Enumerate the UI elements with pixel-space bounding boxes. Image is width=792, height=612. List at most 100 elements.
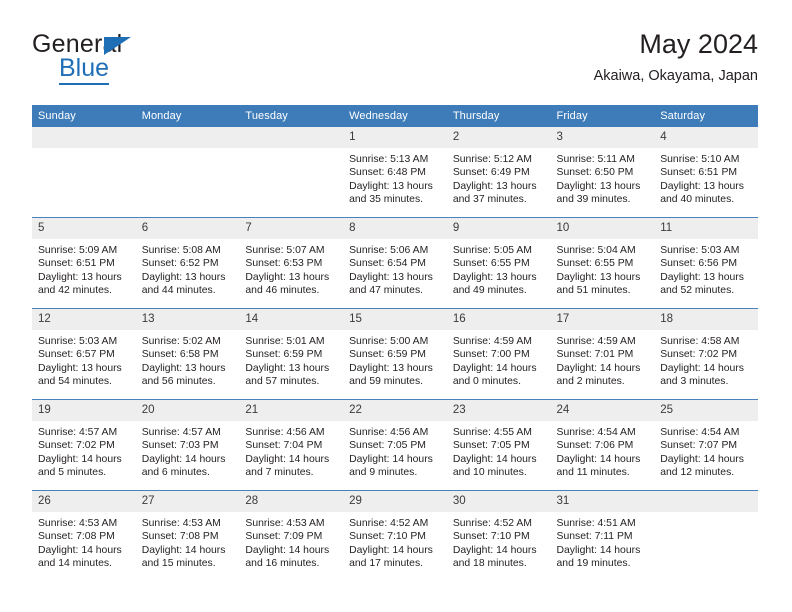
calendar-day-cell[interactable]: 4 Sunrise: 5:10 AM Sunset: 6:51 PM Daylight… — [654, 127, 758, 218]
day-number — [239, 127, 344, 148]
sunset-text: Sunset: 7:11 PM — [556, 531, 633, 543]
calendar-day-cell[interactable]: 24 Sunrise: 4:54 AM Sunset: 7:06 PM Dayligh… — [550, 399, 655, 491]
calendar-day-cell[interactable]: 14 Sunrise: 5:01 AM Sunset: 6:59 PM Dayligh… — [239, 308, 344, 400]
daylight-text-line2: and 12 minutes. — [660, 467, 735, 479]
sunrise-text: Sunrise: 5:01 AM — [245, 336, 325, 347]
calendar-day-cell[interactable]: 12 Sunrise: 5:03 AM Sunset: 6:57 PM Dayligh… — [32, 308, 136, 400]
calendar-day-cell[interactable]: 27 Sunrise: 4:53 AM Sunset: 7:08 PM Dayligh… — [135, 490, 240, 581]
weekday-header-thursday: Thursday — [446, 105, 551, 127]
day-details: Sunrise: 5:02 AM Sunset: 6:58 PM Daylight:… — [136, 330, 240, 389]
day-details: Sunrise: 5:12 AM Sunset: 6:49 PM Daylight:… — [447, 148, 551, 207]
calendar-day-cell[interactable]: 21 Sunrise: 4:56 AM Sunset: 7:04 PM Dayligh… — [239, 399, 344, 491]
sunset-text: Sunset: 6:50 PM — [556, 167, 634, 179]
calendar-day-cell[interactable]: 9 Sunrise: 5:05 AM Sunset: 6:55 PM Daylight… — [446, 217, 551, 309]
day-number: 3 — [550, 127, 655, 148]
daylight-text-line2: and 5 minutes. — [38, 467, 107, 479]
calendar-week-row: 1 Sunrise: 5:13 AM Sunset: 6:48 PM Daylight… — [32, 127, 758, 218]
sunset-text: Sunset: 6:57 PM — [38, 349, 115, 361]
sunset-text: Sunset: 6:51 PM — [38, 258, 115, 270]
calendar-day-cell[interactable]: 8 Sunrise: 5:06 AM Sunset: 6:54 PM Daylight… — [343, 217, 447, 309]
sunrise-text: Sunrise: 5:04 AM — [556, 245, 636, 256]
daylight-text-line2: and 14 minutes. — [38, 558, 112, 570]
calendar-day-cell[interactable]: 13 Sunrise: 5:02 AM Sunset: 6:58 PM Dayligh… — [135, 308, 240, 400]
sunrise-text: Sunrise: 5:00 AM — [349, 336, 429, 347]
daylight-text-line1: Daylight: 14 hours — [245, 453, 330, 465]
sunset-text: Sunset: 7:05 PM — [349, 440, 426, 452]
calendar-day-cell[interactable]: 18 Sunrise: 4:58 AM Sunset: 7:02 PM Dayligh… — [654, 308, 758, 400]
day-number: 1 — [343, 127, 447, 148]
calendar-day-cell[interactable]: 20 Sunrise: 4:57 AM Sunset: 7:03 PM Dayligh… — [135, 399, 240, 491]
calendar-day-cell[interactable]: 26 Sunrise: 4:53 AM Sunset: 7:08 PM Dayligh… — [32, 490, 136, 581]
day-number: 27 — [135, 491, 240, 512]
calendar-day-cell[interactable]: 15 Sunrise: 5:00 AM Sunset: 6:59 PM Dayligh… — [343, 308, 447, 400]
calendar-day-cell[interactable]: 2 Sunrise: 5:12 AM Sunset: 6:49 PM Daylight… — [446, 127, 551, 218]
daylight-text-line1: Daylight: 14 hours — [660, 453, 744, 465]
daylight-text-line1: Daylight: 14 hours — [556, 544, 641, 556]
calendar-day-cell[interactable]: 28 Sunrise: 4:53 AM Sunset: 7:09 PM Dayligh… — [239, 490, 344, 581]
day-number: 31 — [550, 491, 655, 512]
day-details: Sunrise: 5:06 AM Sunset: 6:54 PM Daylight:… — [343, 239, 447, 298]
daylight-text-line2: and 3 minutes. — [660, 376, 729, 388]
daylight-text-line1: Daylight: 14 hours — [556, 453, 641, 465]
day-number: 14 — [239, 309, 344, 330]
daylight-text-line1: Daylight: 14 hours — [141, 544, 226, 556]
calendar-day-cell[interactable]: 22 Sunrise: 4:56 AM Sunset: 7:05 PM Dayligh… — [343, 399, 447, 491]
day-details: Sunrise: 4:56 AM Sunset: 7:05 PM Daylight:… — [343, 421, 447, 480]
calendar-day-cell[interactable]: 1 Sunrise: 5:13 AM Sunset: 6:48 PM Daylight… — [343, 127, 447, 218]
sunset-text: Sunset: 6:55 PM — [452, 258, 530, 270]
sunrise-text: Sunrise: 4:54 AM — [556, 427, 636, 438]
daylight-text-line1: Daylight: 13 hours — [245, 362, 330, 374]
day-details: Sunrise: 5:00 AM Sunset: 6:59 PM Daylight:… — [343, 330, 447, 389]
daylight-text-line1: Daylight: 13 hours — [452, 271, 537, 283]
daylight-text-line2: and 2 minutes. — [556, 376, 625, 388]
calendar-day-cell[interactable]: 10 Sunrise: 5:04 AM Sunset: 6:55 PM Dayligh… — [550, 217, 655, 309]
calendar-day-cell[interactable]: 31 Sunrise: 4:51 AM Sunset: 7:11 PM Dayligh… — [550, 490, 655, 581]
day-number: 9 — [446, 218, 551, 239]
calendar-day-cell[interactable]: 19 Sunrise: 4:57 AM Sunset: 7:02 PM Dayligh… — [32, 399, 136, 491]
day-details: Sunrise: 4:58 AM Sunset: 7:02 PM Daylight:… — [654, 330, 758, 389]
daylight-text-line1: Daylight: 13 hours — [38, 271, 122, 283]
calendar-day-cell[interactable]: 16 Sunrise: 4:59 AM Sunset: 7:00 PM Dayligh… — [446, 308, 551, 400]
sunset-text: Sunset: 7:10 PM — [349, 531, 426, 543]
day-details: Sunrise: 5:11 AM Sunset: 6:50 PM Daylight:… — [551, 148, 655, 207]
daylight-text-line1: Daylight: 13 hours — [38, 362, 122, 374]
day-details: Sunrise: 5:08 AM Sunset: 6:52 PM Daylight:… — [136, 239, 240, 298]
day-number: 7 — [239, 218, 344, 239]
calendar-day-cell[interactable]: 29 Sunrise: 4:52 AM Sunset: 7:10 PM Dayligh… — [343, 490, 447, 581]
page-title: May 2024 — [639, 29, 758, 59]
calendar-day-cell[interactable]: 11 Sunrise: 5:03 AM Sunset: 6:56 PM Dayligh… — [654, 217, 758, 309]
daylight-text-line1: Daylight: 14 hours — [349, 544, 433, 556]
calendar-day-cell[interactable]: 17 Sunrise: 4:59 AM Sunset: 7:01 PM Dayligh… — [550, 308, 655, 400]
day-number: 28 — [239, 491, 344, 512]
day-number: 23 — [446, 400, 551, 421]
day-number: 24 — [550, 400, 655, 421]
day-number: 10 — [550, 218, 655, 239]
day-details: Sunrise: 5:01 AM Sunset: 6:59 PM Daylight:… — [239, 330, 343, 389]
calendar-day-cell[interactable]: 7 Sunrise: 5:07 AM Sunset: 6:53 PM Daylight… — [239, 217, 344, 309]
day-number: 12 — [32, 309, 136, 330]
sunrise-text: Sunrise: 4:52 AM — [452, 518, 532, 529]
daylight-text-line2: and 56 minutes. — [141, 376, 216, 388]
daylight-text-line2: and 37 minutes. — [452, 194, 527, 206]
sunset-text: Sunset: 6:56 PM — [660, 258, 738, 270]
day-details: Sunrise: 4:57 AM Sunset: 7:03 PM Daylight:… — [136, 421, 240, 480]
sunrise-text: Sunrise: 5:13 AM — [349, 154, 429, 165]
sunrise-text: Sunrise: 4:56 AM — [245, 427, 325, 438]
calendar-day-cell[interactable]: 5 Sunrise: 5:09 AM Sunset: 6:51 PM Daylight… — [32, 217, 136, 309]
daylight-text-line1: Daylight: 14 hours — [349, 453, 433, 465]
day-number: 30 — [446, 491, 551, 512]
daylight-text-line1: Daylight: 13 hours — [349, 180, 433, 192]
calendar-day-cell[interactable]: 23 Sunrise: 4:55 AM Sunset: 7:05 PM Dayligh… — [446, 399, 551, 491]
weekday-header-tuesday: Tuesday — [239, 105, 344, 127]
calendar-day-cell[interactable]: 6 Sunrise: 5:08 AM Sunset: 6:52 PM Daylight… — [135, 217, 240, 309]
calendar-day-cell[interactable]: 3 Sunrise: 5:11 AM Sunset: 6:50 PM Daylight… — [550, 127, 655, 218]
daylight-text-line1: Daylight: 13 hours — [660, 271, 744, 283]
day-number: 6 — [135, 218, 240, 239]
brand-logo[interactable]: General Blue — [32, 30, 292, 88]
calendar-day-cell[interactable]: 30 Sunrise: 4:52 AM Sunset: 7:10 PM Dayligh… — [446, 490, 551, 581]
daylight-text-line2: and 47 minutes. — [349, 285, 424, 297]
daylight-text-line2: and 59 minutes. — [349, 376, 424, 388]
calendar-day-cell[interactable]: 25 Sunrise: 4:54 AM Sunset: 7:07 PM Dayligh… — [654, 399, 758, 491]
day-details: Sunrise: 4:57 AM Sunset: 7:02 PM Daylight:… — [32, 421, 136, 480]
calendar-week-row: 26 Sunrise: 4:53 AM Sunset: 7:08 PM Dayligh… — [32, 490, 758, 581]
